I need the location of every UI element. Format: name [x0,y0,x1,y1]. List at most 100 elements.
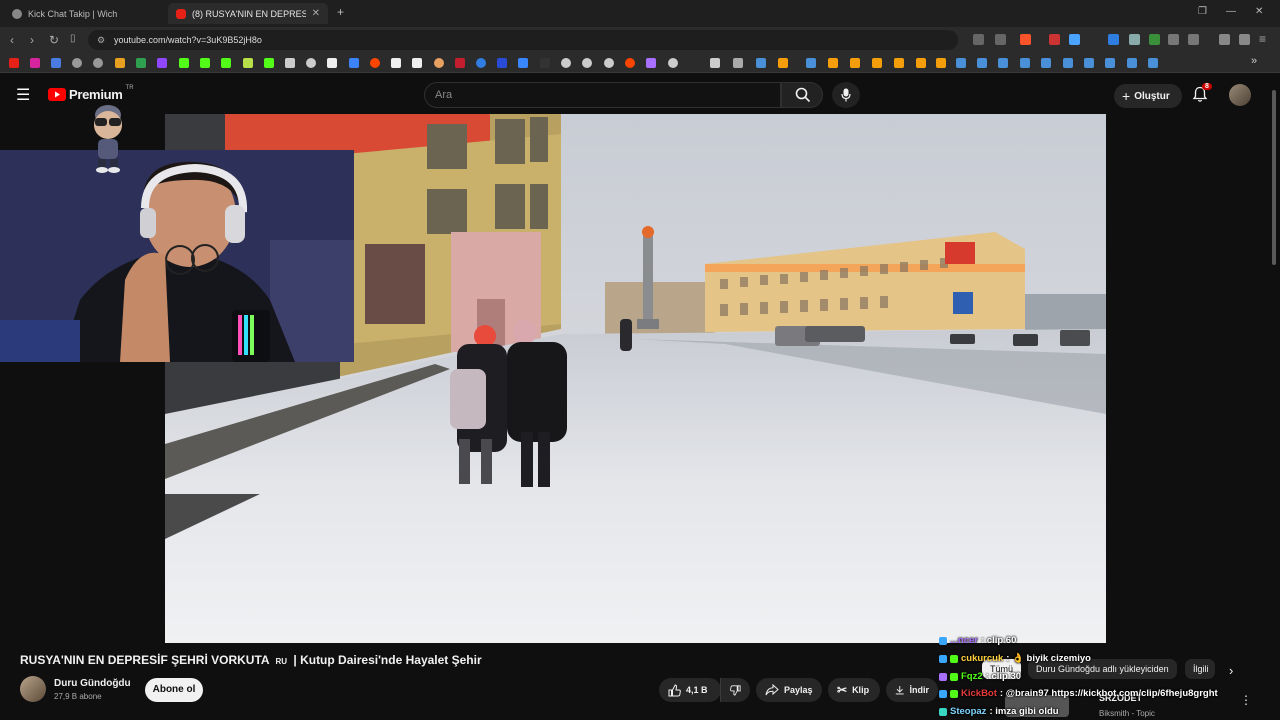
more-options-icon[interactable]: ⋮ [1240,693,1252,707]
steam-bookmark-icon[interactable] [998,58,1008,68]
download-button[interactable]: İndir [886,678,938,702]
more-bookmarks-icon[interactable]: » [1251,55,1257,67]
chip-related[interactable]: İlgili [1185,659,1215,679]
bookmark-icon[interactable] [828,58,838,68]
bookmark-icon[interactable] [668,58,678,68]
bookmark-icon[interactable] [778,58,788,68]
steam-bookmark-icon[interactable] [1084,58,1094,68]
bookmark-icon[interactable] [872,58,882,68]
instagram-bookmark-icon[interactable] [30,58,40,68]
youtube-logo[interactable]: Premium TR [48,85,134,102]
bookmark-icon[interactable] [349,58,359,68]
reddit-bookmark-icon[interactable] [370,58,380,68]
download-icon[interactable] [1219,34,1230,45]
kick-bookmark-icon[interactable] [221,58,231,68]
steam-bookmark-icon[interactable] [1105,58,1115,68]
search-input[interactable]: Ara [424,82,781,108]
bookmark-icon[interactable] [561,58,571,68]
brave-shield-icon[interactable] [1020,34,1031,45]
bookmark-icon[interactable] [916,58,926,68]
bookmark-icon[interactable] [476,58,486,68]
bookmark-icon[interactable] [497,58,507,68]
like-button[interactable]: 4,1 B [659,678,721,702]
twitch-bookmark-icon[interactable] [157,58,167,68]
bookmark-icon[interactable] [391,58,401,68]
steam-bookmark-icon[interactable] [1041,58,1051,68]
steam-bookmark-icon[interactable] [1127,58,1137,68]
channel-avatar[interactable] [20,676,46,702]
close-tab-icon[interactable]: ✕ [312,8,320,19]
drive-bookmark-icon[interactable] [136,58,146,68]
bookmark-icon[interactable] [710,58,720,68]
reload-icon[interactable]: ↻ [49,33,59,47]
reddit-bookmark-icon[interactable] [625,58,635,68]
steam-bookmark-icon[interactable] [1148,58,1158,68]
search-button[interactable] [781,82,823,108]
steam-bookmark-icon[interactable] [956,58,966,68]
close-window-icon[interactable]: ✕ [1255,6,1263,17]
share-page-icon[interactable] [995,34,1006,45]
bookmark-icon[interactable] [51,58,61,68]
kick-bookmark-icon[interactable] [179,58,189,68]
folder-icon[interactable] [733,58,743,68]
bookmark-icon[interactable] [115,58,125,68]
bookmark-icon[interactable] [540,58,550,68]
cast-icon[interactable] [973,34,984,45]
bookmark-icon[interactable] [894,58,904,68]
youtube-bookmark-icon[interactable] [9,58,19,68]
notifications-button[interactable]: 8 [1192,83,1212,108]
page-scrollbar[interactable] [1272,90,1276,265]
steam-bookmark-icon[interactable] [1020,58,1030,68]
dislike-button[interactable] [720,678,750,702]
bookmark-icon[interactable] [582,58,592,68]
sidebar-icon[interactable] [1188,34,1199,45]
x-bookmark-icon[interactable] [327,58,337,68]
site-info-icon[interactable]: ⚙ [97,30,105,50]
extension-icon[interactable] [1069,34,1080,45]
new-tab-button[interactable]: + [337,5,344,19]
bookmark-icon[interactable] [936,58,946,68]
bookmark-icon[interactable] [93,58,103,68]
share-button[interactable]: Paylaş [756,678,822,702]
bookmark-icon[interactable] [646,58,656,68]
minimize-icon[interactable]: — [1226,6,1236,17]
bookmark-icon[interactable] [72,58,82,68]
account-avatar[interactable] [1229,84,1251,106]
bookmark-icon[interactable] [243,58,253,68]
bookmark-icon[interactable] [434,58,444,68]
steam-bookmark-icon[interactable] [977,58,987,68]
bookmark-icon[interactable] [455,58,465,68]
kick-bookmark-icon[interactable] [200,58,210,68]
extensions-puzzle-icon[interactable] [1168,34,1179,45]
steam-bookmark-icon[interactable] [1063,58,1073,68]
bookmark-icon[interactable] [604,58,614,68]
extension-icon[interactable] [1149,34,1160,45]
steam-bookmark-icon[interactable] [756,58,766,68]
menu-icon[interactable]: ≡ [1259,32,1266,46]
bookmark-icon[interactable] [518,58,528,68]
back-icon[interactable]: ‹ [10,33,14,47]
extension-icon[interactable] [1049,34,1060,45]
extension-icon[interactable] [1108,34,1119,45]
bookmark-icon[interactable] [306,58,316,68]
bookmark-icon[interactable] [850,58,860,68]
chips-next-icon[interactable]: › [1229,663,1233,678]
voice-search-button[interactable] [832,82,860,108]
subscribe-button[interactable]: Abone ol [145,678,203,702]
channel-name[interactable]: Duru Gündoğdu [54,678,131,689]
hamburger-menu-icon[interactable]: ☰ [16,85,30,105]
create-button[interactable]: + Oluştur [1114,84,1182,108]
bookmark-icon[interactable]: ▯ [70,33,76,44]
bookmark-icon[interactable] [285,58,295,68]
forward-icon[interactable]: › [30,33,34,47]
steam-bookmark-icon[interactable] [806,58,816,68]
url-field[interactable]: ⚙ youtube.com/watch?v=3uK9B52jH8o [88,30,958,50]
extension-icon[interactable] [1129,34,1140,45]
media-icon[interactable] [1239,34,1250,45]
bookmark-icon[interactable] [412,58,422,68]
tab-youtube[interactable]: (8) RUSYA'NIN EN DEPRESİF ŞEH... ✕ [168,3,328,24]
kick-bookmark-icon[interactable] [264,58,274,68]
tab-kick-chat[interactable]: Kick Chat Takip | Wich [4,3,164,24]
clip-button[interactable]: ✂ Klip [828,678,880,702]
restore-icon[interactable]: ❐ [1198,6,1207,17]
